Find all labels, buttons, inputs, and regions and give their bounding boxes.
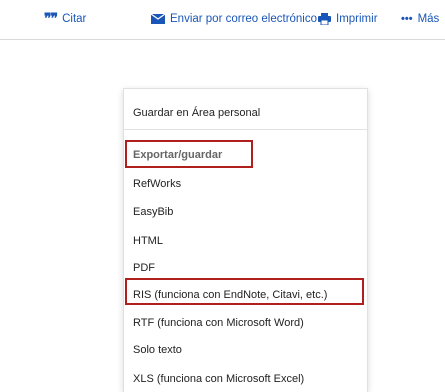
save-personal-item[interactable]: Guardar en Área personal — [133, 107, 260, 119]
envelope-icon — [151, 14, 165, 24]
export-rtf[interactable]: RTF (funciona con Microsoft Word) — [133, 317, 304, 329]
export-easybib[interactable]: EasyBib — [133, 206, 173, 218]
cite-button[interactable]: ❞❞ Citar — [44, 11, 86, 27]
export-refworks[interactable]: RefWorks — [133, 178, 181, 190]
quote-icon: ❞❞ — [44, 11, 58, 27]
export-pdf[interactable]: PDF — [133, 262, 155, 274]
ris-option-highlight — [125, 278, 364, 305]
more-options-menu: Guardar en Área personal Exportar/guarda… — [123, 88, 368, 392]
export-html[interactable]: HTML — [133, 235, 163, 247]
menu-divider — [124, 129, 367, 130]
export-plain-text[interactable]: Solo texto — [133, 344, 182, 356]
print-label: Imprimir — [336, 13, 378, 25]
more-label: Más — [417, 13, 440, 25]
export-xls[interactable]: XLS (funciona con Microsoft Excel) — [133, 373, 304, 385]
action-toolbar: ❞❞ Citar Enviar por correo electrónico I… — [0, 0, 445, 40]
export-heading-highlight — [125, 140, 253, 168]
ellipsis-icon: ••• — [401, 13, 413, 25]
printer-icon — [318, 13, 331, 25]
cite-label: Citar — [62, 13, 87, 25]
email-label: Enviar por correo electrónico — [170, 13, 318, 25]
email-button[interactable]: Enviar por correo electrónico — [151, 11, 317, 27]
more-button[interactable]: ••• Más — [401, 11, 439, 27]
print-button[interactable]: Imprimir — [318, 11, 378, 27]
